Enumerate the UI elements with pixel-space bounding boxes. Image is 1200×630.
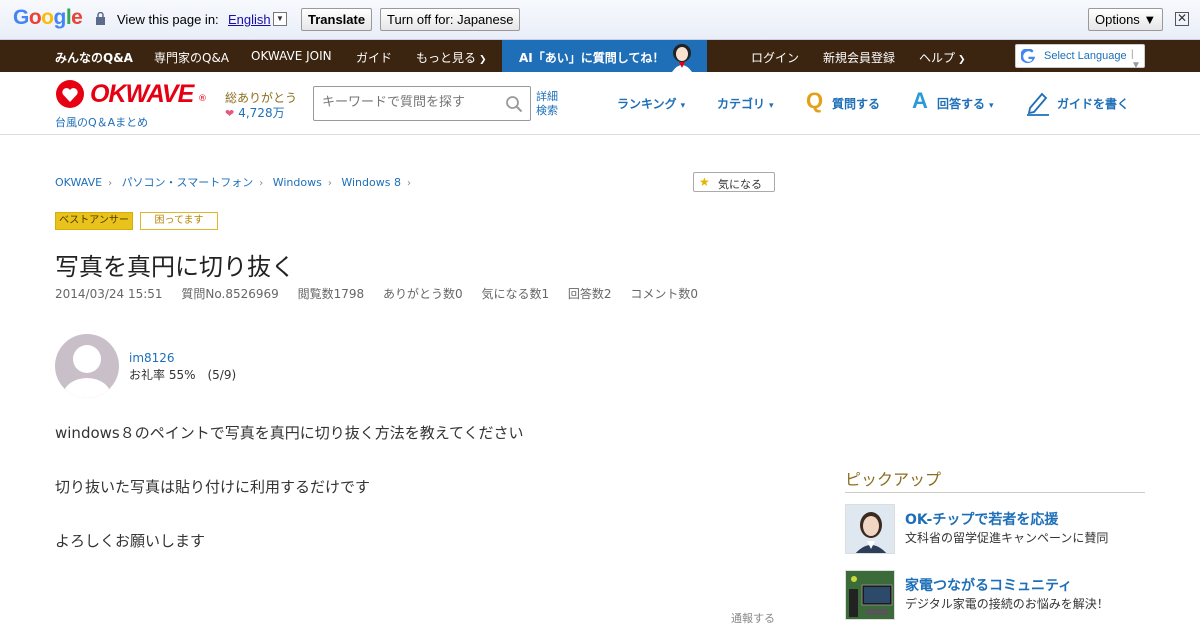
answer-menu[interactable]: 回答する ▾ [937, 95, 994, 112]
advanced-search-line1: 詳細 [536, 90, 558, 103]
nav-guide[interactable]: ガイド [356, 49, 392, 66]
select-language-dropdown[interactable]: Select Language | ▼ [1015, 44, 1145, 71]
user-name-link[interactable]: im8126 [129, 351, 175, 365]
close-icon[interactable]: ✕ [1175, 12, 1189, 26]
ranking-label: ランキング [617, 97, 677, 111]
search-input[interactable] [322, 95, 502, 110]
heart-logo-icon [56, 80, 84, 108]
tv-community-icon [846, 571, 894, 619]
lock-icon [96, 12, 105, 25]
pickup-heading: ピックアップ [845, 466, 1145, 493]
pickup-thumbnail [845, 570, 895, 620]
breadcrumb-item[interactable]: Windows 8 [341, 176, 401, 189]
question-paragraph: windows８のペイントで写真を真円に切り抜く方法を教えてください [55, 424, 524, 442]
breadcrumb-item[interactable]: Windows [273, 176, 322, 189]
ai-question-banner[interactable]: AI「あい」に質問してね！ [502, 40, 707, 72]
pickup-item[interactable]: OK-チップで若者を応援 文科省の留学促進キャンペーンに賛同 [845, 504, 1145, 554]
question-date: 2014/03/24 15:51 [55, 287, 163, 301]
nav-more[interactable]: もっと見る ❯ [416, 49, 487, 66]
question-paragraph: 切り抜いた写真は貼り付けに利用するだけです [55, 478, 371, 496]
pickup-thumbnail [845, 504, 895, 554]
chevron-right-icon: › [108, 178, 113, 189]
question-q-icon: Q [806, 88, 824, 113]
google-translate-bar: Google View this page in: English ▼ Tran… [0, 0, 1200, 40]
pickup-title: 家電つながるコミュニティ [905, 578, 1073, 594]
chevron-down-icon: ▾ [989, 101, 994, 111]
report-link[interactable]: 通報する [731, 610, 775, 626]
chevron-right-icon: › [327, 178, 332, 189]
google-g-icon [1021, 49, 1036, 64]
category-menu[interactable]: カテゴリ ▾ [717, 95, 774, 112]
chevron-right-icon: › [406, 178, 411, 189]
language-dropdown-icon[interactable]: ▼ [273, 12, 287, 26]
pickup-subtitle: デジタル家電の接続のお悩みを解決！ [905, 597, 1109, 611]
answer-count: 回答数2 [567, 287, 612, 301]
chevron-down-icon: ▾ [680, 101, 686, 111]
view-count: 閲覧数1798 [297, 287, 365, 301]
thanks-count: ありがとう数0 [382, 287, 463, 301]
category-label: カテゴリ [717, 97, 766, 111]
best-answer-badge: ベストアンサー [55, 212, 133, 230]
chevron-down-icon: ❯ [958, 55, 966, 65]
avatar[interactable] [55, 334, 119, 398]
nav-help-label: ヘルプ [919, 51, 956, 65]
kininaru-label: 気になる [718, 178, 762, 191]
question-meta: 2014/03/24 15:51 質問No.8526969 閲覧数1798 あり… [55, 285, 713, 302]
breadcrumb: OKWAVE › パソコン・スマートフォン › Windows › Windows 8… [55, 174, 417, 190]
star-icon: ★ [699, 175, 710, 189]
question-number: 質問No.8526969 [181, 287, 279, 301]
nav-minna-qa[interactable]: みんなのQ&A [55, 49, 133, 66]
nav-register[interactable]: 新規会員登録 [823, 49, 895, 66]
user-thanks-rate: お礼率 55% (5/9) [129, 368, 237, 382]
answer-a-icon: A [912, 88, 928, 113]
nav-login[interactable]: ログイン [751, 49, 799, 66]
logo-wordmark: OKWAVE [90, 80, 194, 108]
ai-banner-label: AI「あい」に質問してね！ [519, 51, 665, 65]
breadcrumb-item[interactable]: OKWAVE [55, 176, 102, 189]
pencil-icon [1027, 92, 1049, 116]
answer-label: 回答する [937, 97, 986, 111]
typhoon-qa-link[interactable]: 台風のQ＆Aまとめ [55, 114, 148, 130]
question-paragraph: よろしくお願いします [55, 532, 206, 550]
nav-expert-qa[interactable]: 専門家のQ&A [154, 49, 229, 66]
chevron-down-icon: ❯ [479, 55, 487, 65]
nav-help[interactable]: ヘルプ ❯ [919, 49, 966, 66]
options-button[interactable]: Options ▼ [1088, 8, 1164, 31]
turn-off-button[interactable]: Turn off for: Japanese [380, 8, 521, 31]
student-photo-icon [846, 505, 894, 553]
ai-character-icon [672, 44, 692, 72]
nav-more-label: もっと見る [416, 51, 477, 65]
write-guide-link[interactable]: ガイドを書く [1057, 95, 1129, 112]
thanks-count-value: 4,728万 [238, 106, 285, 120]
dropdown-arrow-icon: | ▼ [1131, 49, 1141, 71]
pickup-title: OK-チップで若者を応援 [905, 512, 1059, 528]
advanced-search-link[interactable]: 詳細 検索 [536, 90, 558, 118]
trouble-badge: 困ってます [140, 212, 218, 230]
default-user-icon [63, 345, 111, 398]
nav-okwave-join[interactable]: OKWAVE JOIN [251, 49, 332, 63]
chevron-right-icon: › [259, 178, 264, 189]
registered-mark: ® [198, 94, 207, 104]
google-logo: Google [13, 6, 83, 29]
chevron-down-icon: ▾ [769, 101, 774, 111]
translate-button[interactable]: Translate [301, 8, 373, 31]
kininaru-button[interactable]: ★ 気になる [693, 172, 775, 192]
language-link[interactable]: English [228, 12, 271, 27]
search-box [313, 86, 531, 121]
total-thanks-count: ❤ 4,728万 [225, 104, 285, 121]
kininaru-count: 気になる数1 [481, 287, 550, 301]
heart-icon: ❤ [225, 107, 235, 120]
breadcrumb-item[interactable]: パソコン・スマートフォン [122, 176, 254, 189]
comment-count: コメント数0 [630, 287, 699, 301]
select-language-label: Select Language [1044, 50, 1127, 62]
view-page-label: View this page in: [117, 12, 219, 27]
page-title: 写真を真円に切り抜く [55, 253, 295, 281]
site-header: OKWAVE ® 台風のQ＆Aまとめ 総ありがとう ❤4,728万 詳細 検索 … [0, 72, 1200, 135]
pickup-subtitle: 文科省の留学促進キャンペーンに賛同 [905, 531, 1109, 545]
ask-question-link[interactable]: 質問する [832, 95, 880, 112]
search-icon[interactable] [505, 95, 523, 113]
pickup-item[interactable]: 家電つながるコミュニティ デジタル家電の接続のお悩みを解決！ [845, 570, 1145, 620]
ranking-menu[interactable]: ランキング ▾ [617, 95, 685, 112]
advanced-search-line2: 検索 [536, 104, 558, 117]
